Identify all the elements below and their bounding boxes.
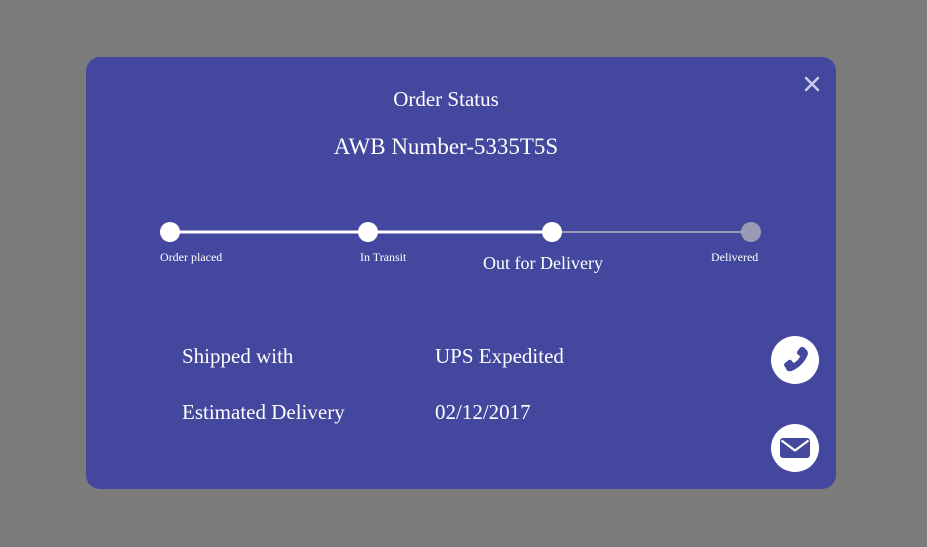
phone-icon xyxy=(784,346,808,372)
progress-tracker xyxy=(160,222,761,242)
email-button[interactable] xyxy=(771,424,819,472)
step-label-out-for-delivery: Out for Delivery xyxy=(483,253,603,273)
call-button[interactable] xyxy=(771,336,819,384)
shipped-with-label: Shipped with xyxy=(182,344,294,368)
mail-icon xyxy=(780,438,810,458)
step-dot-order-placed xyxy=(160,222,180,242)
step-dot-in-transit xyxy=(358,222,378,242)
estimated-delivery-label: Estimated Delivery xyxy=(182,400,345,424)
estimated-delivery-value: 02/12/2017 xyxy=(435,400,531,424)
step-label-order-placed: Order placed xyxy=(160,250,223,264)
step-label-in-transit: In Transit xyxy=(360,250,407,264)
shipped-with-value: UPS Expedited xyxy=(435,344,564,368)
order-status-modal: Order Status AWB Number-5335T5S Order pl… xyxy=(86,57,836,489)
step-label-delivered: Delivered xyxy=(711,250,759,264)
step-dot-delivered xyxy=(741,222,761,242)
step-dot-out-for-delivery xyxy=(542,222,562,242)
